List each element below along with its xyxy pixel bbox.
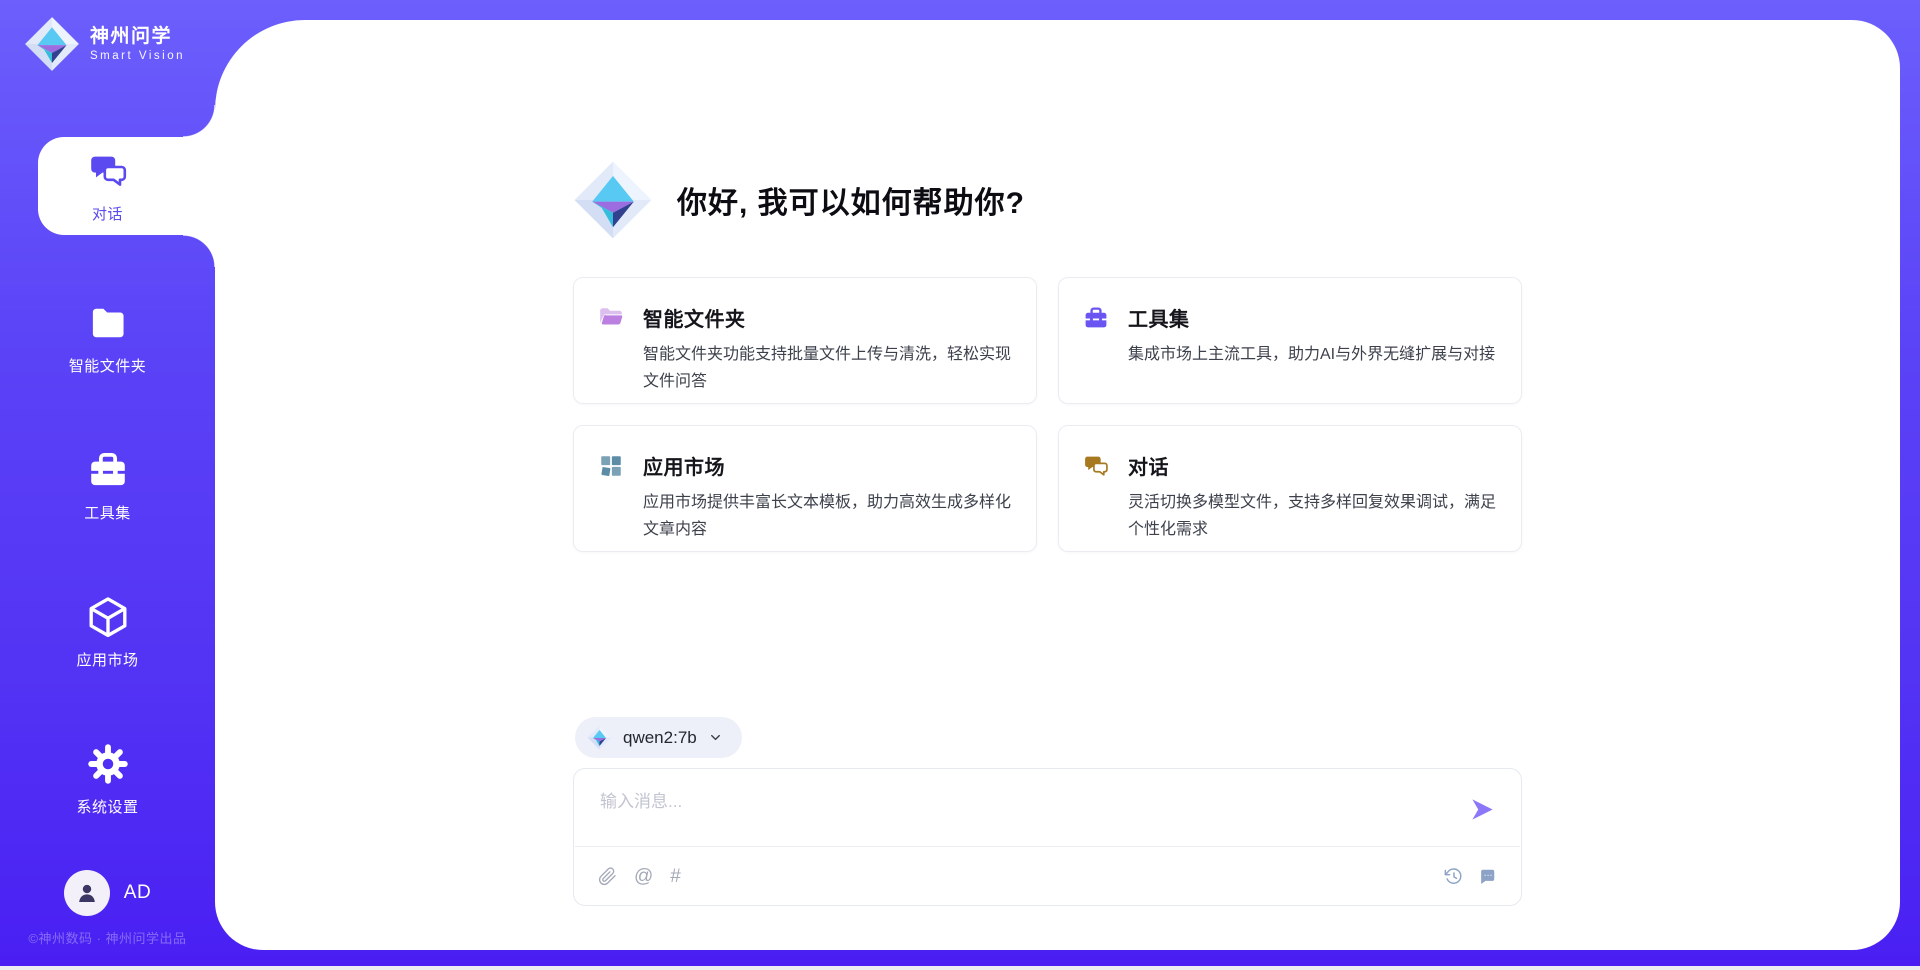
composer-toolbar: @ # — [598, 847, 1497, 905]
greeting-text: 你好, 我可以如何帮助你? — [677, 178, 1025, 222]
gear-icon — [86, 742, 130, 786]
paperclip-icon — [598, 867, 617, 886]
sidebar-footer: ©神州数码 · 神州问学出品 — [0, 928, 215, 947]
folder-icon — [86, 301, 130, 345]
user-label: AD — [124, 882, 151, 904]
sidebar: 神州问学 Smart Vision 对话 智能文件夹 工具集 — [0, 0, 215, 970]
sidebar-item-smart-folders[interactable]: 智能文件夹 — [0, 284, 215, 382]
card-title: 工具集 — [1128, 303, 1495, 332]
card-title: 智能文件夹 — [643, 303, 1012, 332]
cube-icon — [86, 595, 130, 639]
brand-diamond-icon — [24, 16, 80, 72]
chat-icon — [1083, 453, 1109, 479]
briefcase-icon — [86, 448, 130, 492]
greeting-diamond-icon — [573, 160, 653, 240]
sidebar-item-label: 对话 — [92, 203, 123, 224]
active-pill-notch-top — [183, 105, 215, 137]
card-title: 应用市场 — [643, 451, 1012, 480]
avatar — [64, 870, 110, 916]
sidebar-item-label: 系统设置 — [76, 796, 138, 817]
user-account[interactable]: AD — [0, 870, 215, 916]
brand-subtitle: Smart Vision — [90, 50, 185, 62]
card-toolset[interactable]: 工具集 集成市场上主流工具，助力AI与外界无缝扩展与对接 — [1058, 277, 1522, 404]
hashtag-button[interactable]: # — [670, 867, 681, 886]
history-icon — [1444, 867, 1463, 886]
card-app-market[interactable]: 应用市场 应用市场提供丰富长文本模板，助力高效生成多样化文章内容 — [573, 425, 1037, 552]
card-description: 灵活切换多模型文件，支持多样回复效果调试，满足个性化需求 — [1128, 489, 1497, 543]
mention-button[interactable]: @ — [634, 867, 653, 886]
bottom-edge-bar — [0, 966, 1920, 970]
chat-icon — [86, 149, 130, 193]
card-smart-folders[interactable]: 智能文件夹 智能文件夹功能支持批量文件上传与清洗，轻松实现文件问答 — [573, 277, 1037, 404]
model-name: qwen2:7b — [623, 728, 697, 748]
message-input[interactable] — [598, 785, 1448, 839]
sidebar-item-toolset[interactable]: 工具集 — [0, 431, 215, 529]
model-diamond-icon — [587, 725, 612, 750]
folder-open-icon — [598, 305, 624, 331]
send-icon[interactable] — [1469, 796, 1496, 823]
history-button[interactable] — [1444, 867, 1463, 886]
sidebar-item-app-market[interactable]: 应用市场 — [0, 578, 215, 676]
briefcase-icon — [1083, 305, 1109, 331]
attach-button[interactable] — [598, 867, 617, 886]
sidebar-item-settings[interactable]: 系统设置 — [0, 725, 215, 823]
brand-name: 神州问学 — [90, 26, 185, 49]
sidebar-item-chat[interactable]: 对话 — [0, 137, 215, 235]
card-description: 智能文件夹功能支持批量文件上传与清洗，轻松实现文件问答 — [643, 341, 1012, 395]
card-description: 集成市场上主流工具，助力AI与外界无缝扩展与对接 — [1128, 341, 1495, 368]
conversation-button[interactable] — [1478, 867, 1497, 886]
card-description: 应用市场提供丰富长文本模板，助力高效生成多样化文章内容 — [643, 489, 1012, 543]
app-root: 神州问学 Smart Vision 对话 智能文件夹 工具集 — [0, 0, 1920, 970]
main-content: 你好, 我可以如何帮助你? 智能文件夹 智能文件夹功能支持批量文件上传与清洗，轻… — [573, 0, 1522, 970]
active-pill-notch-bottom — [183, 235, 215, 267]
app-grid-icon — [598, 453, 624, 479]
sidebar-item-label: 应用市场 — [76, 649, 138, 670]
chat-filled-icon — [1478, 867, 1497, 886]
model-selector[interactable]: qwen2:7b — [575, 717, 742, 758]
sidebar-item-label: 智能文件夹 — [69, 355, 147, 376]
sidebar-nav: 对话 智能文件夹 工具集 应用市场 系统设置 — [0, 137, 215, 872]
person-icon — [73, 879, 101, 907]
card-title: 对话 — [1128, 451, 1497, 480]
greeting: 你好, 我可以如何帮助你? — [573, 160, 1025, 240]
feature-cards: 智能文件夹 智能文件夹功能支持批量文件上传与清洗，轻松实现文件问答 工具集 集成… — [573, 277, 1522, 552]
message-composer: @ # — [573, 768, 1522, 906]
card-chat[interactable]: 对话 灵活切换多模型文件，支持多样回复效果调试，满足个性化需求 — [1058, 425, 1522, 552]
sidebar-item-label: 工具集 — [84, 502, 131, 523]
brand-logo: 神州问学 Smart Vision — [24, 16, 185, 72]
chevron-down-icon — [708, 730, 723, 745]
